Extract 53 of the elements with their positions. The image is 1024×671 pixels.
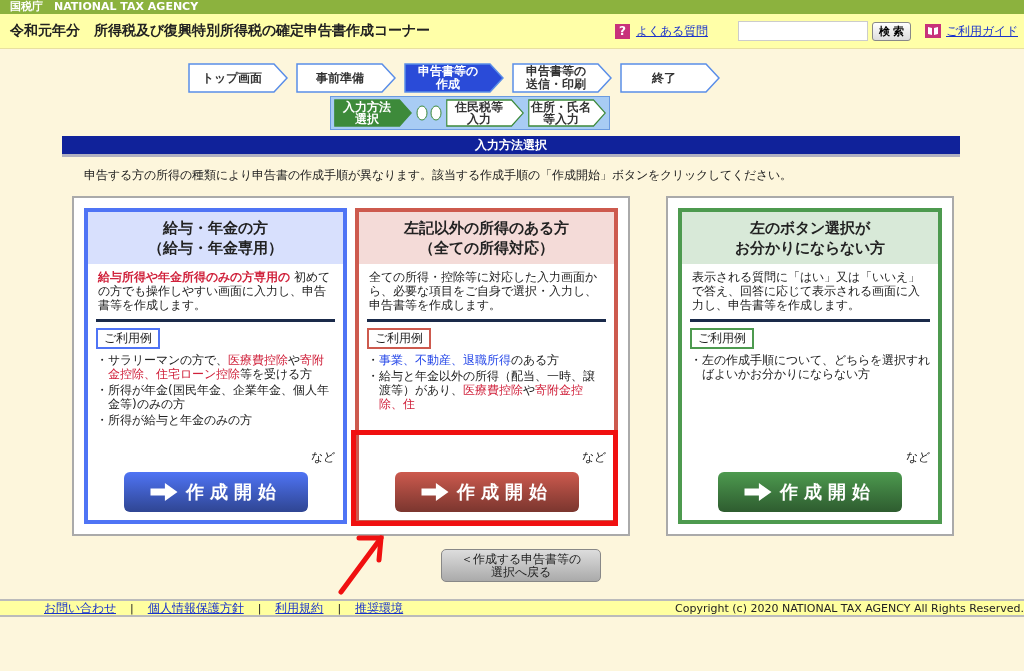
start-button[interactable]: 作成開始 [718,472,902,512]
separator-text: | [257,601,262,615]
footer-link[interactable]: 利用規約 [275,599,324,617]
start-button[interactable]: 作成開始 [394,472,579,512]
card-title: 給与・年金の方 （給与・年金専用） [148,218,283,258]
arrow-icon [149,483,178,501]
page-title: 令和元年分 所得税及び復興特別所得税の確定申告書作成コーナー [10,22,431,40]
footer-link[interactable]: 個人情報保護方針 [147,599,244,617]
substep[interactable]: 入力方法 選択 [334,99,412,127]
back-button[interactable]: ＜作成する申告書等の 選択へ戻る [441,549,601,582]
footer-link[interactable]: お問い合わせ [44,599,116,617]
arrow-icon [420,483,449,501]
arrow-icon [744,483,772,501]
example-item: ・所得が給与と年金のみの方 [96,413,253,427]
progress-step[interactable]: 申告書等の 送信・印刷 [512,63,612,93]
card-title: 左のボタン選択が お分かりにならない方 [735,218,885,258]
substep[interactable]: 住所・氏名 等入力 [528,99,606,127]
progress-step[interactable]: 申告書等の 作成 [404,63,504,93]
instruction-text: 申告する方の所得の種類により申告書の作成手順が異なります。該当する作成手順の「作成開始」ボタンをクリックしてください。 [84,167,793,184]
search-field[interactable] [737,21,868,41]
examples-label: ご利用例 [690,328,754,349]
card-description: 給与所得や年金所得のみの方専用の 初めての方でも操作しやすい画面に入力し、申告書等を作成します。 [98,270,331,312]
arrow-annotation [337,532,387,596]
etc-text: など [906,449,930,466]
etc-text: など [582,449,606,466]
example-item: ・サラリーマンの方で、医療費控除や寄附金控除、住宅ローン控除等を受ける方 [96,353,325,381]
copyright-text: Copyright (c) 2020 NATIONAL TAX AGENCY All Rights Reserved. [675,601,1024,615]
faq-link[interactable]: よくある質問 [635,22,708,40]
dots-icon [416,105,442,121]
card-description: 表示される質問に「はい」又は「いいえ」で答え、回答に応じて表示される画面に入力し、申告書等を作成します。 [692,270,921,312]
start-button[interactable]: 作成開始 [123,472,308,512]
example-item: ・所得が年金(国民年金、企業年金、個人年金等)のみの方 [96,383,330,411]
substep[interactable]: 住民税等 入力 [446,99,524,127]
progress-step[interactable]: トップ画面 [188,63,288,93]
examples-label: ご利用例 [96,328,160,349]
card-title: 左記以外の所得のある方 （全ての所得対応） [404,218,569,258]
footer-link[interactable]: 推奨環境 [355,599,404,617]
examples-label: ご利用例 [367,328,431,349]
etc-text: など [311,449,335,466]
guide-link[interactable]: ご利用ガイド [946,22,1018,40]
book-icon [925,24,941,38]
agency-name: 国税庁 NATIONAL TAX AGENCY [10,0,199,13]
progress-step[interactable]: 事前準備 [296,63,396,93]
search-button[interactable]: 検 索 [871,21,911,41]
card-description: 全ての所得・控除等に対応した入力画面から、必要な項目をご自身で選択・入力し、申告書等を作成します。 [369,270,598,312]
separator-text: | [337,601,342,615]
help-icon: ? [614,23,630,39]
progress-step[interactable]: 終了 [620,63,720,93]
example-item: ・事業、不動産、退職所得のある方 [367,353,560,367]
example-item: ・給与と年金以外の所得（配当、一時、譲渡等）があり、医療費控除や寄附金控除、住 [367,369,596,411]
separator-text: | [130,601,134,615]
section-title: 入力方法選択 [475,138,547,152]
example-item: ・左の作成手順について、どちらを選択すればよいかお分かりにならない方 [690,353,930,381]
